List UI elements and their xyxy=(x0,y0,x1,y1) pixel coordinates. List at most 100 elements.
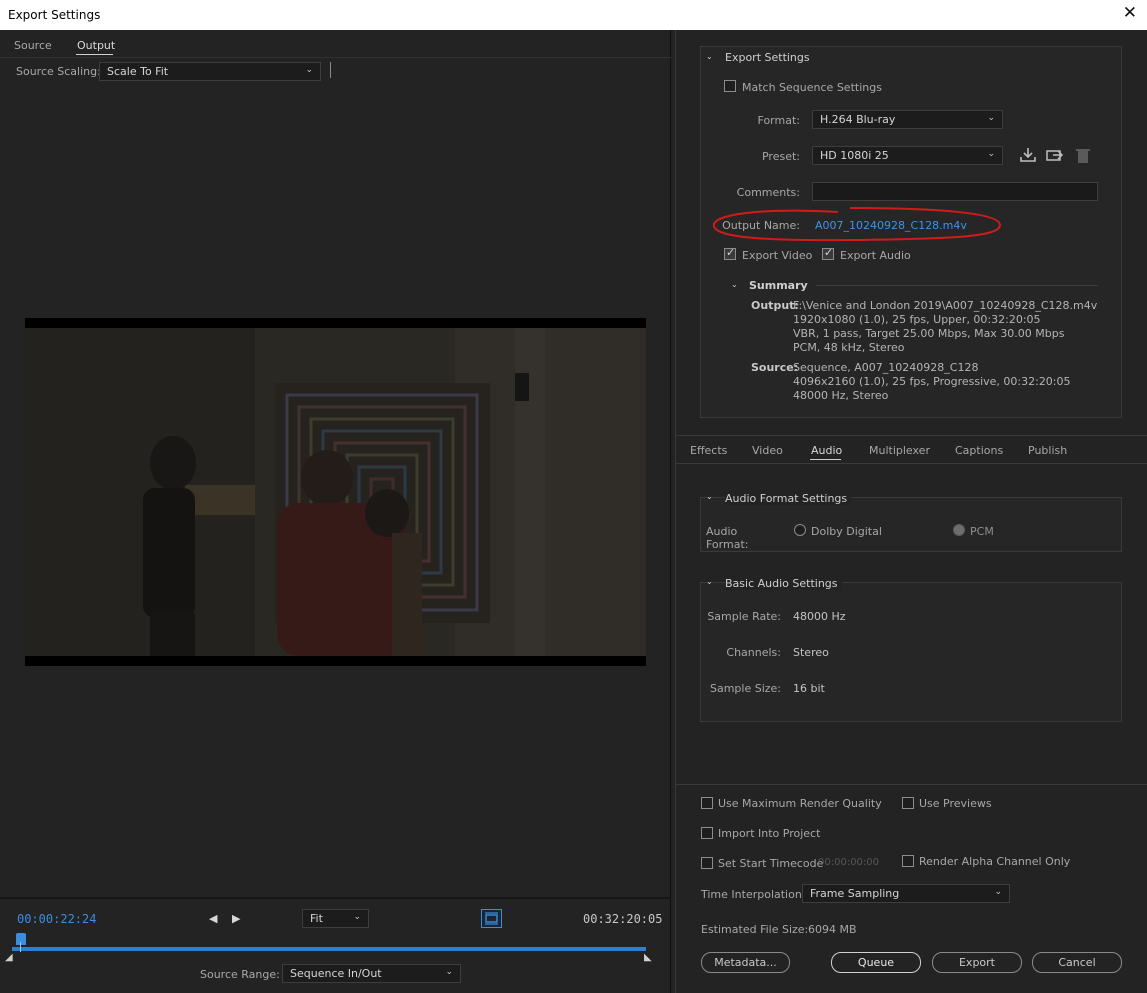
tab-multiplexer[interactable]: Multiplexer xyxy=(869,444,930,457)
metadata-button[interactable]: Metadata... xyxy=(701,952,790,973)
video-frame xyxy=(25,328,646,656)
summary-caret-icon[interactable]: ⌄ xyxy=(731,280,738,289)
summary-source-line: 4096x2160 (1.0), 25 fps, Progressive, 00… xyxy=(793,375,1071,388)
est-size-value: 6094 MB xyxy=(808,923,857,936)
sample-rate-value: 48000 Hz xyxy=(793,610,846,623)
summary-output-line: VBR, 1 pass, Target 25.00 Mbps, Max 30.0… xyxy=(793,327,1065,340)
duration-timecode: 00:32:20:05 xyxy=(583,912,663,926)
dolby-digital-radio[interactable] xyxy=(794,524,806,536)
step-back-icon[interactable]: ◀ xyxy=(209,912,217,925)
preset-value: HD 1080i 25 xyxy=(820,149,889,162)
export-video-checkbox[interactable] xyxy=(724,246,736,260)
preset-dropdown[interactable]: HD 1080i 25 ⌄ xyxy=(812,146,1003,165)
format-value: H.264 Blu-ray xyxy=(820,113,896,126)
tab-publish[interactable]: Publish xyxy=(1028,444,1067,457)
chevron-down-icon: ⌄ xyxy=(987,113,995,123)
delete-preset-icon[interactable] xyxy=(1075,147,1091,164)
collapse-caret-icon[interactable]: ⌄ xyxy=(706,492,713,501)
divider xyxy=(0,57,671,58)
out-point-icon[interactable]: ◣ xyxy=(644,952,652,963)
export-audio-checkbox[interactable] xyxy=(822,246,834,260)
render-alpha-label: Render Alpha Channel Only xyxy=(919,855,1071,868)
chevron-down-icon: ⌄ xyxy=(987,149,995,159)
max-render-checkbox[interactable] xyxy=(701,797,713,809)
basic-audio-title: Basic Audio Settings xyxy=(725,577,842,590)
start-timecode-checkbox[interactable] xyxy=(701,857,713,869)
zoom-dropdown[interactable]: Fit ⌄ xyxy=(302,909,369,928)
max-render-label: Use Maximum Render Quality xyxy=(718,797,882,810)
channels-value: Stereo xyxy=(793,646,829,659)
audio-format-title: Audio Format Settings xyxy=(725,492,852,505)
import-preset-icon[interactable] xyxy=(1046,147,1064,164)
step-forward-icon[interactable]: ▶ xyxy=(232,912,240,925)
tab-output-underline xyxy=(76,54,113,55)
tab-output[interactable]: Output xyxy=(77,39,115,52)
export-button[interactable]: Export xyxy=(932,952,1022,973)
save-preset-icon[interactable] xyxy=(1019,147,1037,163)
match-sequence-checkbox[interactable] xyxy=(724,80,736,92)
source-scaling-value: Scale To Fit xyxy=(107,65,169,78)
preview-pane: Source Output Source Scaling: Scale To F… xyxy=(0,30,671,993)
summary-divider xyxy=(816,285,1098,286)
comments-field[interactable] xyxy=(812,182,1098,201)
tab-captions[interactable]: Captions xyxy=(955,444,1003,457)
pcm-radio[interactable] xyxy=(953,524,965,536)
window-title: Export Settings xyxy=(8,8,101,22)
summary-source-label: Source: xyxy=(751,361,799,374)
tab-effects[interactable]: Effects xyxy=(690,444,727,457)
video-frame-image xyxy=(25,328,646,656)
summary-output-line: PCM, 48 kHz, Stereo xyxy=(793,341,905,354)
timeline-bar[interactable] xyxy=(12,947,646,951)
import-project-label: Import Into Project xyxy=(718,827,821,840)
start-timecode-value[interactable]: 00:00:00:00 xyxy=(818,857,879,868)
cancel-button[interactable]: Cancel xyxy=(1032,952,1122,973)
match-sequence-label: Match Sequence Settings xyxy=(742,81,882,94)
current-timecode[interactable]: 00:00:22:24 xyxy=(17,912,96,926)
settings-pane: ⌄ Export Settings Match Sequence Setting… xyxy=(675,30,1147,993)
playhead-line xyxy=(20,942,21,952)
title-bar: Export Settings ✕ xyxy=(0,0,1147,30)
aspect-toggle-button[interactable] xyxy=(481,909,502,928)
timeline-divider xyxy=(0,897,671,899)
bottom-divider xyxy=(676,784,1147,785)
fit-aspect-icon xyxy=(485,912,498,925)
format-dropdown[interactable]: H.264 Blu-ray ⌄ xyxy=(812,110,1003,129)
time-interp-label: Time Interpolation: xyxy=(701,888,806,901)
close-icon[interactable]: ✕ xyxy=(1123,5,1137,22)
est-size-label: Estimated File Size: xyxy=(701,923,809,936)
annotation-red-circle xyxy=(712,207,1002,242)
render-alpha-checkbox[interactable] xyxy=(902,855,914,867)
summary-output-line: F:\Venice and London 2019\A007_10240928_… xyxy=(793,299,1098,312)
format-label: Format: xyxy=(757,114,800,127)
collapse-caret-icon[interactable]: ⌄ xyxy=(706,577,713,586)
tab-video[interactable]: Video xyxy=(752,444,783,457)
pcm-label: PCM xyxy=(970,525,994,538)
start-timecode-label: Set Start Timecode xyxy=(718,857,824,870)
tab-audio[interactable]: Audio xyxy=(811,444,842,457)
summary-output-block: F:\Venice and London 2019\A007_10240928_… xyxy=(793,299,1097,355)
preset-label: Preset: xyxy=(761,150,800,163)
comments-label: Comments: xyxy=(736,186,800,199)
import-project-checkbox[interactable] xyxy=(701,827,713,839)
time-interp-dropdown[interactable]: Frame Sampling ⌄ xyxy=(802,884,1010,903)
summary-output-line: 1920x1080 (1.0), 25 fps, Upper, 00:32:20… xyxy=(793,313,1041,326)
collapse-caret-icon[interactable]: ⌄ xyxy=(706,52,713,61)
video-preview xyxy=(25,318,646,666)
export-audio-label: Export Audio xyxy=(840,249,911,262)
playhead-handle[interactable] xyxy=(16,933,26,945)
queue-button[interactable]: Queue xyxy=(831,952,921,973)
zoom-value: Fit xyxy=(310,912,323,925)
source-scaling-label: Source Scaling: xyxy=(16,65,101,78)
use-previews-checkbox[interactable] xyxy=(902,797,914,809)
chevron-down-icon: ⌄ xyxy=(994,887,1002,897)
summary-title: Summary xyxy=(749,279,808,292)
use-previews-label: Use Previews xyxy=(919,797,992,810)
sample-rate-label: Sample Rate: xyxy=(707,610,781,623)
tabs-top-border xyxy=(676,435,1147,436)
tab-source[interactable]: Source xyxy=(14,39,52,52)
chevron-down-icon: ⌄ xyxy=(445,967,453,977)
source-range-dropdown[interactable]: Sequence In/Out ⌄ xyxy=(282,964,461,983)
sample-size-value: 16 bit xyxy=(793,682,825,695)
source-scaling-dropdown[interactable]: Scale To Fit ⌄ xyxy=(99,62,321,81)
in-point-icon[interactable]: ◢ xyxy=(5,952,13,963)
